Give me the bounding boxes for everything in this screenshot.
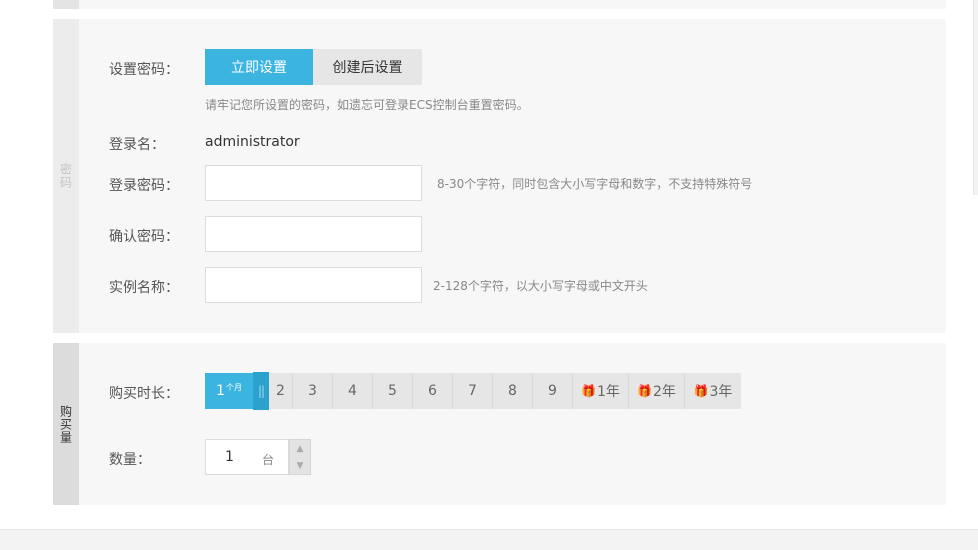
page-scrollbar[interactable]	[973, 0, 978, 195]
quantity-unit: 台	[262, 453, 275, 467]
purchase-section: 购买量 购买时长： 1 个月 || 2 3 4 5 6 7 8 9 🎁 1年 🎁 2年…	[53, 343, 946, 505]
login-name-label: 登录名：	[109, 137, 165, 153]
duration-option-year[interactable]: 🎁 1年	[573, 373, 629, 409]
duration-selected-value: 1	[216, 383, 225, 399]
decrement-arrow-icon[interactable]: ▼	[290, 457, 310, 474]
duration-option-month[interactable]: 9	[533, 373, 573, 409]
duration-option-month[interactable]: 5	[373, 373, 413, 409]
instance-name-hint: 2-128个字符，以大小写字母或中文开头	[433, 279, 648, 293]
increment-arrow-icon[interactable]: ▲	[290, 440, 310, 457]
duration-option-month[interactable]: 3	[293, 373, 333, 409]
duration-option-month[interactable]: 6	[413, 373, 453, 409]
duration-option-month[interactable]: 2	[269, 373, 293, 409]
quantity-input[interactable]: 1 台	[205, 439, 289, 475]
quantity-value: 1	[225, 449, 234, 465]
gift-icon: 🎁	[637, 384, 653, 398]
duration-option-month[interactable]: 4	[333, 373, 373, 409]
duration-option-month[interactable]: 8	[493, 373, 533, 409]
duration-option-month[interactable]: 7	[453, 373, 493, 409]
duration-slider-handle[interactable]: ||	[253, 372, 269, 410]
password-reminder: 请牢记您所设置的密码，如遗忘可登录ECS控制台重置密码。	[205, 98, 529, 112]
footer-bar	[0, 529, 978, 550]
gift-icon: 🎁	[581, 384, 597, 398]
quantity-label: 数量：	[109, 452, 151, 468]
duration-option-selected[interactable]: 1 个月	[205, 373, 253, 409]
confirm-password-input[interactable]	[205, 216, 422, 252]
set-now-button[interactable]: 立即设置	[205, 49, 313, 85]
duration-option-year[interactable]: 🎁 3年	[685, 373, 741, 409]
drag-handle-icon: ||	[257, 384, 265, 398]
duration-label: 购买时长：	[109, 386, 179, 402]
duration-option-year[interactable]: 🎁 2年	[629, 373, 685, 409]
login-password-label: 登录密码：	[109, 178, 179, 194]
set-password-label: 设置密码：	[109, 62, 179, 78]
previous-section-bottom	[53, 0, 946, 9]
purchase-section-tab: 购买量	[53, 343, 79, 505]
gift-icon: 🎁	[693, 384, 709, 398]
instance-name-label: 实例名称：	[109, 280, 179, 296]
login-name-value: administrator	[205, 134, 300, 150]
login-password-input[interactable]	[205, 165, 422, 201]
set-after-create-button[interactable]: 创建后设置	[313, 49, 422, 85]
purchase-section-label: 购买量	[58, 404, 73, 444]
login-password-hint: 8-30个字符，同时包含大小写字母和数字，不支持特殊符号	[437, 177, 753, 191]
password-section: 密码 设置密码： 立即设置 创建后设置 请牢记您所设置的密码，如遗忘可登录ECS…	[53, 19, 946, 333]
password-section-label: 密码	[58, 163, 73, 189]
password-section-tab: 密码	[53, 19, 79, 333]
instance-name-input[interactable]	[205, 267, 422, 303]
quantity-stepper[interactable]: ▲ ▼	[289, 439, 311, 475]
duration-slider[interactable]: 1 个月 || 2 3 4 5 6 7 8 9 🎁 1年 🎁 2年 🎁 3年	[205, 372, 741, 410]
confirm-password-label: 确认密码：	[109, 229, 179, 245]
duration-selected-unit: 个月	[225, 382, 242, 392]
